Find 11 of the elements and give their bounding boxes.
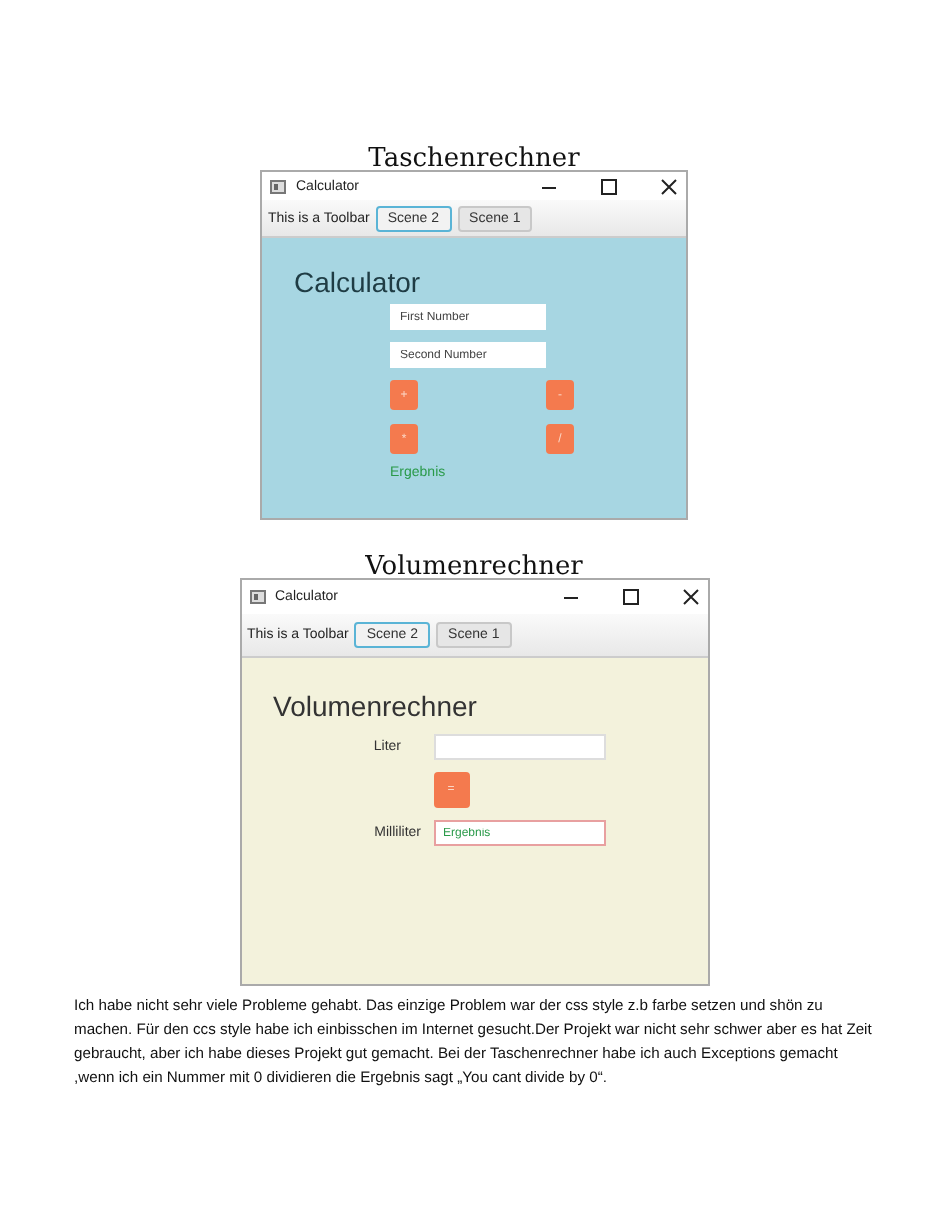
panel-title: Calculator: [294, 266, 423, 298]
maximize-icon[interactable]: [621, 588, 639, 606]
maximize-icon[interactable]: [600, 177, 618, 195]
section-heading: Taschenrechner: [368, 144, 580, 176]
close-icon[interactable]: [681, 588, 699, 606]
app-icon: [249, 590, 265, 604]
section-heading: Volumenrechner: [365, 552, 583, 584]
app-icon: [270, 179, 286, 193]
close-icon[interactable]: [660, 177, 678, 195]
liter-field[interactable]: [433, 734, 605, 760]
panel-title: Volumenrechner: [273, 690, 479, 722]
